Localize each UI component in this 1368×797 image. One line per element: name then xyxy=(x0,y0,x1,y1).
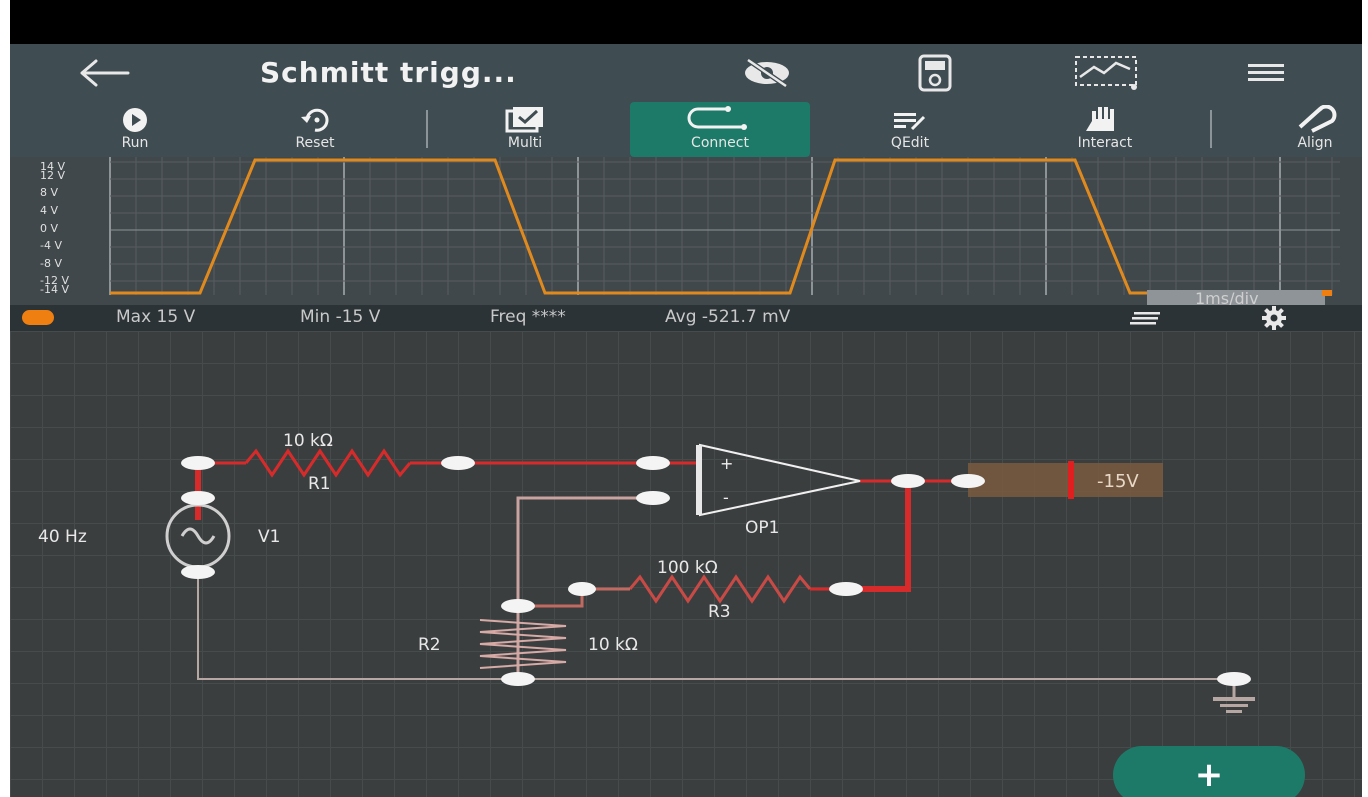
app-frame: Schmitt trigg... Run Reset Multi Connect… xyxy=(10,0,1362,797)
node[interactable] xyxy=(501,672,535,686)
multi-select-icon xyxy=(505,107,543,133)
plus-icon: + xyxy=(1194,755,1224,795)
r1-zigzag xyxy=(244,448,412,478)
v1-frequency: 40 Hz xyxy=(38,527,87,547)
reset-button[interactable]: Reset xyxy=(260,102,370,157)
app-bar: Schmitt trigg... xyxy=(10,44,1362,102)
run-button[interactable]: Run xyxy=(90,102,180,157)
series-color-indicator[interactable] xyxy=(22,310,54,325)
freq-readout: Freq **** xyxy=(490,307,566,327)
op-amp-minus: - xyxy=(723,488,729,507)
node[interactable] xyxy=(568,582,596,596)
arrow-left-icon[interactable] xyxy=(76,56,134,90)
probe-marker xyxy=(1068,461,1074,499)
page-title: Schmitt trigg... xyxy=(260,56,517,89)
status-bar xyxy=(10,0,1362,44)
multimeter-icon[interactable] xyxy=(915,53,955,93)
feedback-wire xyxy=(846,481,911,592)
node[interactable] xyxy=(951,474,985,488)
y-tick: 0 V xyxy=(40,222,58,235)
align-button[interactable]: Align xyxy=(1272,102,1358,157)
toolbar-divider xyxy=(426,110,428,148)
node[interactable] xyxy=(636,456,670,470)
sine-icon xyxy=(180,527,216,545)
node[interactable] xyxy=(1217,672,1251,686)
max-readout: Max 15 V xyxy=(116,307,196,327)
interact-label: Interact xyxy=(1077,135,1133,151)
min-readout: Min -15 V xyxy=(300,307,381,327)
y-tick-labels: 14 V 12 V 8 V 4 V 0 V -4 V -8 V -12 V -1… xyxy=(40,160,69,296)
node[interactable] xyxy=(891,474,925,488)
y-tick: -14 V xyxy=(40,283,69,296)
hand-icon xyxy=(1086,107,1114,131)
toolbar: Run Reset Multi Connect QEdit Interact A… xyxy=(10,102,1362,157)
measurement-bar: Max 15 V Min -15 V Freq **** Avg -521.7 … xyxy=(10,305,1362,331)
y-tick: 12 V xyxy=(40,169,65,182)
run-label: Run xyxy=(121,135,149,151)
node[interactable] xyxy=(441,456,475,470)
play-icon xyxy=(123,108,147,132)
interact-button[interactable]: Interact xyxy=(1050,102,1160,157)
ground-icon[interactable] xyxy=(1213,697,1255,713)
lines-icon[interactable] xyxy=(1130,310,1164,326)
r3-zigzag xyxy=(628,574,812,604)
add-component-button[interactable]: + xyxy=(1113,746,1305,797)
y-tick: 8 V xyxy=(40,186,58,199)
op-amp-name: OP1 xyxy=(745,518,779,538)
avg-readout: Avg -521.7 mV xyxy=(665,307,791,327)
op-amp-plus: + xyxy=(720,454,733,473)
r2-name: R2 xyxy=(418,635,441,655)
r1-name: R1 xyxy=(308,474,331,494)
node[interactable] xyxy=(501,599,535,613)
time-div-label: 1ms/div xyxy=(1195,289,1259,305)
align-label: Align xyxy=(1297,135,1333,151)
connect-icon xyxy=(687,106,747,130)
toolbar-divider xyxy=(1210,110,1212,148)
r2-value: 10 kΩ xyxy=(588,635,638,655)
v1-name: V1 xyxy=(258,527,280,547)
gear-icon[interactable] xyxy=(1260,306,1288,330)
qedit-button[interactable]: QEdit xyxy=(865,102,955,157)
y-tick: -8 V xyxy=(40,257,62,270)
node[interactable] xyxy=(181,456,215,470)
y-tick: 4 V xyxy=(40,204,58,217)
r2-zigzag xyxy=(479,619,567,669)
r1-value: 10 kΩ xyxy=(283,431,333,451)
connect-button[interactable]: Connect xyxy=(630,102,810,157)
node[interactable] xyxy=(829,582,863,596)
reset-icon xyxy=(301,108,329,132)
node[interactable] xyxy=(181,491,215,505)
circuit-canvas[interactable]: -15V + - 10 kΩ R1 40 Hz V1 OP1 100 kΩ R3… xyxy=(10,331,1362,797)
node[interactable] xyxy=(181,565,215,579)
eye-off-icon[interactable] xyxy=(738,54,796,92)
oscilloscope-icon[interactable] xyxy=(1072,53,1142,93)
qedit-label: QEdit xyxy=(890,135,930,151)
scope-resize-handle[interactable] xyxy=(1322,290,1332,296)
menu-icon[interactable] xyxy=(1246,60,1286,86)
multi-label: Multi xyxy=(507,135,543,151)
probe-value: -15V xyxy=(1097,471,1139,492)
ground-wire xyxy=(197,572,1234,680)
y-tick: -4 V xyxy=(40,239,62,252)
voltage-trace xyxy=(110,158,1330,295)
node[interactable] xyxy=(636,491,670,505)
r3-value: 100 kΩ xyxy=(657,558,718,578)
connect-label: Connect xyxy=(691,135,749,151)
op-amp-edge xyxy=(696,445,702,515)
quick-edit-icon xyxy=(894,113,926,131)
magnet-icon xyxy=(1298,105,1337,133)
r3-name: R3 xyxy=(708,602,731,622)
reset-label: Reset xyxy=(295,135,335,151)
multi-button[interactable]: Multi xyxy=(480,102,570,157)
oscilloscope-plot[interactable]: 14 V 12 V 8 V 4 V 0 V -4 V -8 V -12 V -1… xyxy=(10,157,1362,308)
